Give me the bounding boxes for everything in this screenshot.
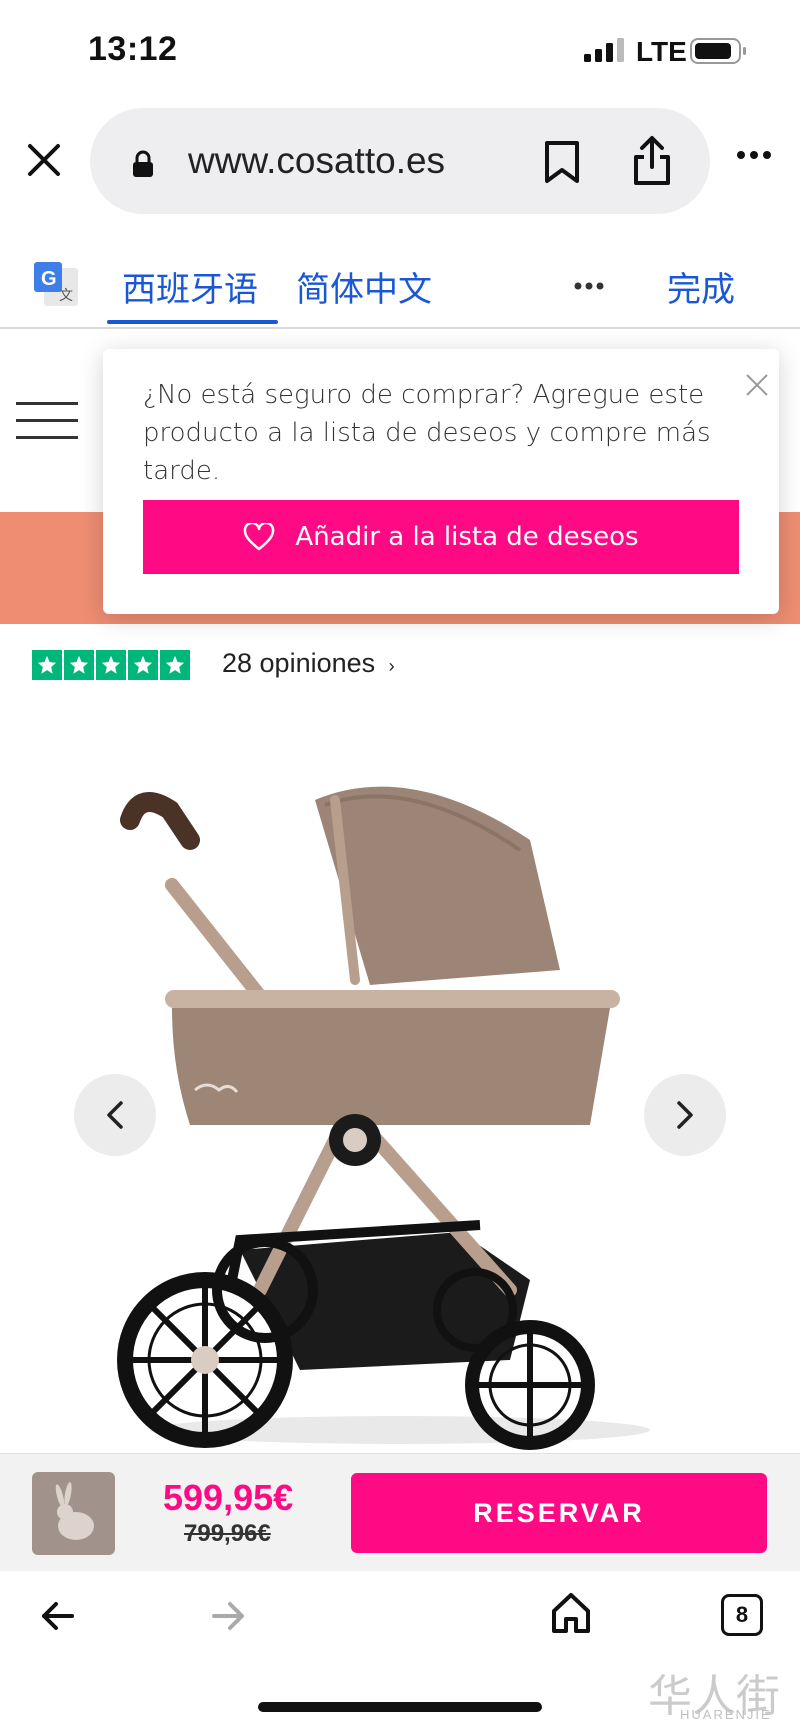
chevron-right-icon [677, 1101, 693, 1129]
rabbit-logo-icon [55, 1482, 94, 1540]
tabs-count-button[interactable]: 8 [721, 1594, 763, 1636]
status-time: 13:12 [88, 30, 178, 68]
home-icon[interactable] [550, 1591, 592, 1635]
home-indicator [258, 1702, 542, 1712]
star-icon [32, 650, 62, 680]
lock-icon [133, 150, 153, 177]
network-label: LTE [636, 36, 687, 67]
star-icon [128, 650, 158, 680]
share-icon[interactable] [630, 135, 674, 187]
battery-icon [690, 38, 746, 64]
more-icon[interactable] [736, 150, 772, 160]
reserve-button[interactable]: RESERVAR [351, 1473, 767, 1553]
watermark-latin: HUARENJIE [680, 1707, 772, 1722]
svg-text:文: 文 [59, 288, 73, 304]
heart-icon [244, 523, 275, 551]
chevron-left-icon [107, 1101, 123, 1129]
translate-more-icon[interactable] [574, 282, 604, 290]
bookmark-icon[interactable] [542, 140, 582, 184]
back-arrow-icon[interactable] [38, 1596, 78, 1636]
tab-source-language[interactable]: 西班牙语 [122, 262, 258, 311]
hamburger-menu-icon[interactable] [16, 402, 78, 440]
forward-arrow-icon[interactable] [208, 1596, 248, 1636]
close-icon[interactable] [26, 142, 62, 178]
carousel-prev-button[interactable] [74, 1074, 156, 1156]
signal-icon [584, 38, 624, 62]
carousel-next-button[interactable] [644, 1074, 726, 1156]
chevron-right-icon: › [388, 656, 395, 676]
star-icon [64, 650, 94, 680]
reviews-link[interactable]: 28 opiniones › [222, 648, 395, 679]
trustpilot-stars[interactable] [32, 650, 190, 680]
product-image[interactable] [110, 770, 650, 1450]
svg-text:G: G [41, 268, 57, 290]
popup-message: ¿No está seguro de comprar? Agregue este… [143, 380, 711, 486]
translate-done-button[interactable]: 完成 [667, 262, 735, 311]
active-tab-indicator [107, 320, 278, 324]
google-translate-icon: G 文 [34, 262, 78, 306]
old-price: 799,96€ [184, 1520, 271, 1547]
current-price: 599,95€ [163, 1477, 294, 1518]
star-icon [96, 650, 126, 680]
url-text[interactable]: www.cosatto.es [188, 140, 445, 182]
add-to-wishlist-button[interactable]: Añadir a la lista de deseos [143, 500, 739, 574]
reviews-count: 28 opiniones [222, 648, 376, 678]
tab-target-language[interactable]: 简体中文 [296, 262, 432, 311]
add-to-wishlist-label: Añadir a la lista de deseos [295, 522, 639, 552]
star-icon [160, 650, 190, 680]
product-thumbnail [32, 1472, 115, 1555]
